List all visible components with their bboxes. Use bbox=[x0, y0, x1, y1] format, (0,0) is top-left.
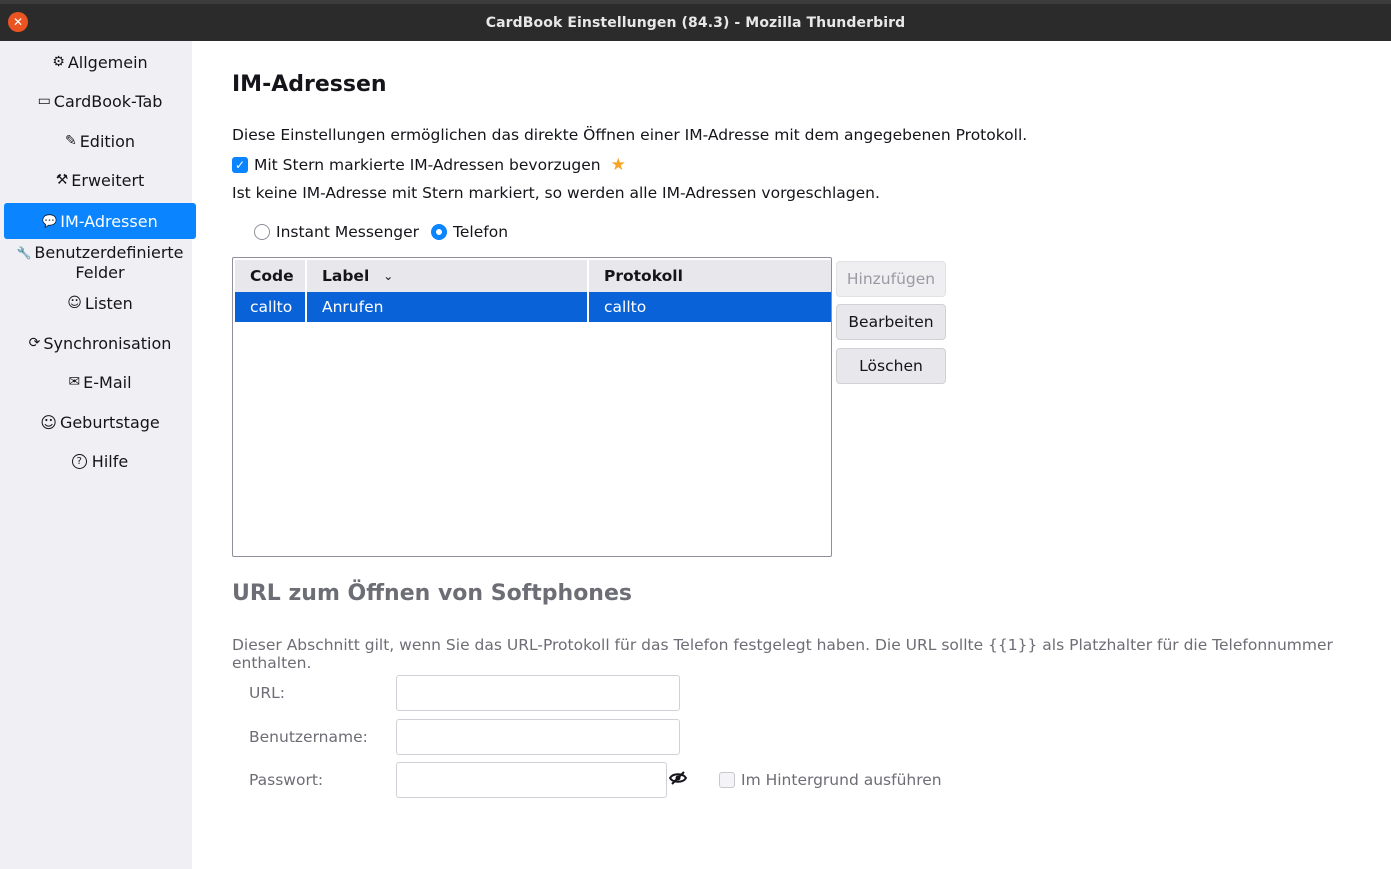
sidebar-item-synchronisation[interactable]: ⟳ Synchronisation bbox=[4, 325, 196, 361]
password-label: Passwort: bbox=[249, 771, 324, 789]
mail-icon: ✉ bbox=[68, 374, 81, 390]
window-title: CardBook Einstellungen (84.3) - Mozilla … bbox=[485, 14, 906, 31]
sidebar-item-hilfe[interactable]: ? Hilfe bbox=[4, 443, 196, 479]
sidebar-item-label: Allgemein bbox=[67, 52, 148, 72]
tools-icon: ⚒ bbox=[55, 172, 69, 188]
sidebar-item-allgemein[interactable]: ⚙ Allgemein bbox=[4, 44, 196, 80]
add-button[interactable]: Hinzufügen bbox=[836, 261, 946, 297]
column-header-label: Code bbox=[250, 267, 294, 285]
gear-icon: ⚙ bbox=[52, 54, 65, 70]
background-run-checkbox[interactable] bbox=[719, 772, 735, 788]
cell-protocol: callto bbox=[604, 298, 647, 316]
table-row[interactable]: callto Anrufen callto bbox=[235, 292, 831, 322]
password-input[interactable] bbox=[396, 762, 667, 798]
column-header-label: Protokoll bbox=[604, 267, 683, 285]
help-icon: ? bbox=[71, 453, 87, 469]
type-radio-group: Instant Messenger Telefon bbox=[254, 223, 520, 241]
close-window-button[interactable]: ✕ bbox=[8, 12, 28, 32]
instant-messenger-label[interactable]: Instant Messenger bbox=[276, 223, 419, 241]
sidebar-item-im-adressen[interactable]: 💬 IM-Adressen bbox=[4, 203, 196, 239]
username-input[interactable] bbox=[396, 719, 680, 755]
background-run-label[interactable]: Im Hintergrund ausführen bbox=[741, 771, 942, 789]
edit-button[interactable]: Bearbeiten bbox=[836, 304, 946, 340]
sidebar-item-label: Geburtstage bbox=[59, 412, 160, 432]
softphone-section-title: URL zum Öffnen von Softphones bbox=[232, 581, 632, 606]
url-input[interactable] bbox=[396, 675, 680, 711]
page-title: IM-Adressen bbox=[232, 72, 387, 97]
column-header-label[interactable]: Label ⌄ bbox=[307, 260, 589, 292]
sidebar-item-label: Synchronisation bbox=[43, 333, 172, 353]
star-icon: ★ bbox=[610, 155, 626, 175]
column-header-protokoll[interactable]: Protokoll bbox=[589, 260, 831, 292]
instant-messenger-radio[interactable] bbox=[254, 224, 270, 240]
wrench-icon: 🔧 bbox=[16, 246, 32, 260]
sidebar-item-label: CardBook-Tab bbox=[53, 91, 163, 111]
smiley-icon: ☺ bbox=[40, 412, 57, 432]
sidebar-item-edition[interactable]: ✎ Edition bbox=[4, 123, 196, 159]
sidebar-item-benutzerdefinierte-felder[interactable]: 🔧 Benutzerdefinierte Felder bbox=[4, 241, 196, 285]
column-header-code[interactable]: Code bbox=[235, 260, 307, 292]
prefer-starred-label[interactable]: Mit Stern markierte IM-Adressen bevorzug… bbox=[254, 156, 601, 174]
sidebar-item-label: Listen bbox=[84, 293, 133, 313]
sidebar-item-label: Edition bbox=[79, 131, 136, 151]
im-table[interactable]: Code Label ⌄ Protokoll callto Anrufen ca… bbox=[232, 257, 832, 557]
sidebar-item-label: Erweitert bbox=[71, 170, 145, 190]
tab-icon: ▭ bbox=[37, 93, 51, 109]
chevron-down-icon: ⌄ bbox=[383, 269, 394, 283]
sidebar-item-label: IM-Adressen bbox=[60, 211, 158, 231]
sidebar-item-listen[interactable]: ☺ Listen bbox=[4, 285, 196, 321]
table-header: Code Label ⌄ Protokoll bbox=[235, 260, 831, 292]
sidebar-item-e-mail[interactable]: ✉ E-Mail bbox=[4, 364, 196, 400]
prefer-starred-row: ✓ Mit Stern markierte IM-Adressen bevorz… bbox=[232, 155, 626, 175]
close-icon: ✕ bbox=[12, 15, 24, 29]
im-description: Diese Einstellungen ermöglichen das dire… bbox=[232, 126, 1028, 144]
username-label: Benutzername: bbox=[249, 728, 368, 746]
sidebar-item-label: Hilfe bbox=[91, 451, 129, 471]
sidebar-item-label: E-Mail bbox=[83, 372, 132, 392]
sidebar-item-label-line2: Felder bbox=[75, 263, 125, 282]
background-run-row: Im Hintergrund ausführen bbox=[719, 771, 942, 789]
telefon-label[interactable]: Telefon bbox=[453, 223, 508, 241]
sidebar-item-cardbook-tab[interactable]: ▭ CardBook-Tab bbox=[4, 83, 196, 119]
group-icon: ☺ bbox=[67, 295, 82, 311]
telefon-radio[interactable] bbox=[431, 224, 448, 240]
sidebar-item-geburtstage[interactable]: ☺ Geburtstage bbox=[4, 404, 196, 440]
hide-password-eye-icon[interactable] bbox=[668, 770, 688, 790]
window-titlebar: ✕ CardBook Einstellungen (84.3) - Mozill… bbox=[0, 0, 1391, 41]
sidebar-item-label: Benutzerdefinierte bbox=[34, 243, 184, 262]
sidebar-item-erweitert[interactable]: ⚒ Erweitert bbox=[4, 162, 196, 198]
sidebar: ⚙ Allgemein ▭ CardBook-Tab ✎ Edition ⚒ E… bbox=[0, 41, 196, 869]
starred-note: Ist keine IM-Adresse mit Stern markiert,… bbox=[232, 184, 880, 202]
cell-code: callto bbox=[235, 292, 307, 322]
column-header-label: Label bbox=[322, 267, 370, 285]
pencil-icon: ✎ bbox=[64, 133, 77, 149]
sync-icon: ⟳ bbox=[28, 335, 41, 351]
cell-label: Anrufen bbox=[307, 292, 589, 322]
delete-button[interactable]: Löschen bbox=[836, 348, 946, 384]
softphone-description: Dieser Abschnitt gilt, wenn Sie das URL-… bbox=[232, 636, 1333, 672]
chat-icon: 💬 bbox=[42, 214, 58, 228]
prefer-starred-checkbox[interactable]: ✓ bbox=[232, 157, 248, 173]
url-label: URL: bbox=[249, 684, 285, 702]
